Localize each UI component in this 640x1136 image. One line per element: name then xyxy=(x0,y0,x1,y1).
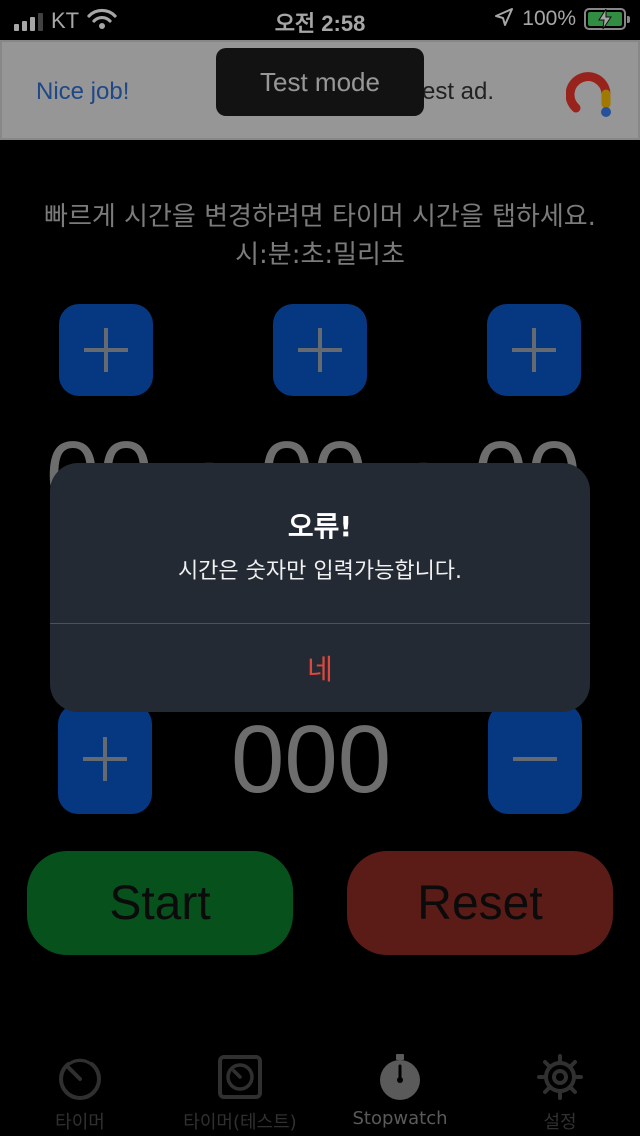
error-alert-dialog: 오류! 시간은 숫자만 입력가능합니다. 네 xyxy=(50,463,590,712)
alert-title: 오류! xyxy=(287,510,353,543)
alert-message: 시간은 숫자만 입력가능합니다. xyxy=(177,559,463,584)
alert-confirm-button[interactable]: 네 xyxy=(50,624,590,712)
